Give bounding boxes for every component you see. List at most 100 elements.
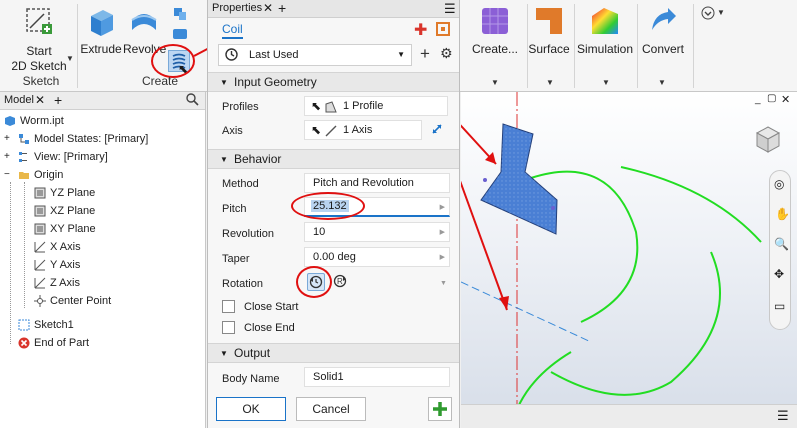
sweep-button[interactable] (172, 26, 188, 42)
input-geometry-section[interactable]: ▼ Input Geometry (208, 72, 459, 92)
browser-tab-model[interactable]: Model (4, 94, 34, 106)
look-at-icon[interactable]: ▭ (774, 299, 785, 313)
tree-label: Y Axis (50, 259, 81, 271)
point-icon (34, 295, 46, 307)
expand-icon[interactable]: + (4, 130, 10, 148)
simulation-button[interactable]: Simulation (575, 4, 635, 56)
convert-dropdown-icon[interactable]: ▼ (658, 78, 666, 87)
divider (77, 4, 78, 88)
tree-label: View: [Primary] (34, 151, 108, 163)
start-2d-sketch-button[interactable]: Start 2D Sketch (8, 4, 70, 73)
behavior-section[interactable]: ▼ Behavior (208, 149, 459, 169)
minimize-icon[interactable]: _ (755, 94, 761, 105)
apply-button[interactable] (428, 397, 452, 421)
graphics-viewport[interactable]: _ ▢ ✕ ◎ ✋ 🔍 ✥ ▭ ☰ ☰ (461, 92, 797, 428)
chevron-down-circle-icon (701, 6, 715, 20)
search-icon[interactable] (186, 93, 199, 109)
add-feature-icon[interactable]: ✚ (414, 20, 427, 40)
sketch-option-icon[interactable] (436, 22, 450, 39)
counterclockwise-icon: R (333, 274, 347, 288)
pan-icon[interactable]: ✋ (775, 207, 790, 221)
body-name-value: Solid1 (313, 371, 344, 383)
rotation-counterclockwise-button[interactable]: R (332, 273, 350, 291)
orbit-icon[interactable]: ✥ (774, 267, 784, 281)
surface-icon (536, 8, 562, 34)
convert-icon (652, 8, 676, 30)
plane-icon (34, 205, 46, 217)
body-name-input[interactable]: Solid1 (304, 367, 450, 387)
revolution-input[interactable]: 10 ▶ (304, 222, 450, 242)
loft-icon (174, 8, 186, 20)
collapse-icon[interactable]: − (4, 166, 10, 184)
close-start-checkbox[interactable] (222, 300, 235, 313)
steering-wheel-icon[interactable]: ◎ (774, 177, 784, 191)
close-end-checkbox[interactable] (222, 321, 235, 334)
add-preset-icon[interactable]: + (420, 44, 430, 64)
chevron-right-icon[interactable]: ▶ (440, 203, 445, 211)
sketch-dropdown-icon[interactable]: ▼ (66, 54, 74, 63)
add-tab-icon[interactable]: + (54, 92, 62, 108)
create-more-icon (482, 8, 508, 34)
ribbon-options-caret-icon: ▼ (717, 8, 725, 17)
menu-icon[interactable]: ☰ (777, 408, 789, 424)
properties-header: Properties ✕ + ☰ (208, 0, 459, 18)
sketch-btn-line1: Start (26, 44, 52, 58)
revolve-icon (131, 14, 157, 30)
axis-line-icon (325, 125, 337, 137)
model-view (461, 92, 762, 428)
output-section[interactable]: ▼ Output (208, 343, 459, 363)
menu-icon[interactable]: ☰ (444, 1, 456, 17)
section-title: Output (234, 346, 271, 360)
axis-selector[interactable]: ⬉ 1 Axis (304, 120, 422, 140)
simulation-dropdown-icon[interactable]: ▼ (602, 78, 610, 87)
profiles-selector[interactable]: ⬉ 1 Profile (304, 96, 448, 116)
view-cube-icon[interactable] (753, 124, 783, 154)
model-browser: Model ✕ + Worm.ipt + Model States: [Prim… (0, 92, 206, 428)
chevron-right-icon[interactable]: ▶ (440, 253, 445, 261)
close-icon[interactable]: ✕ (781, 93, 790, 106)
surface-button[interactable]: Surface (527, 4, 571, 56)
ok-button[interactable]: OK (216, 397, 286, 421)
ribbon-right: Create... ▼ Surface ▼ Simulation ▼ Conve… (461, 0, 797, 92)
create-more-dropdown-icon[interactable]: ▼ (491, 78, 499, 87)
rotation-label: Rotation (222, 278, 263, 290)
convert-button[interactable]: Convert (637, 4, 689, 56)
loft-button[interactable] (172, 6, 188, 22)
sweep-icon (173, 29, 187, 39)
plus-green-icon (433, 402, 447, 416)
tree-label: Origin (34, 169, 64, 181)
axis-icon (34, 259, 46, 271)
ribbon-options-button[interactable]: ▼ (701, 6, 727, 22)
create-more-button[interactable]: Create... (469, 4, 521, 56)
taper-input[interactable]: 0.00 deg ▶ (304, 247, 450, 267)
properties-tab[interactable]: Properties (212, 2, 262, 14)
profiles-value: 1 Profile (343, 100, 384, 112)
chevron-down-icon: ▼ (397, 50, 405, 59)
expand-icon[interactable]: + (4, 148, 10, 166)
coil-feature-tab[interactable]: Coil (222, 22, 243, 39)
extrude-button[interactable]: Extrude (80, 4, 122, 56)
sketch-icon (18, 319, 30, 331)
cancel-button[interactable]: Cancel (296, 397, 366, 421)
zoom-icon[interactable]: 🔍 (774, 237, 789, 251)
restore-icon[interactable]: ▢ (767, 93, 776, 104)
select-arrow-icon: ⬉ (311, 99, 322, 113)
gear-icon[interactable]: ⚙ (440, 45, 453, 62)
sketch-btn-line2: 2D Sketch (11, 59, 67, 73)
add-tab-icon[interactable]: + (278, 0, 286, 16)
axis-icon (34, 277, 46, 289)
extrude-label: Extrude (80, 42, 122, 56)
preset-dropdown[interactable]: Last Used ▼ (218, 44, 412, 66)
tree-label: Worm.ipt (20, 115, 64, 127)
create-more-label: Create... (471, 42, 519, 56)
method-dropdown[interactable]: Pitch and Revolution (304, 173, 450, 193)
close-icon[interactable]: ✕ (263, 1, 273, 15)
create-group-label: Create (141, 74, 179, 88)
chevron-right-icon[interactable]: ▶ (440, 228, 445, 236)
surface-dropdown-icon[interactable]: ▼ (546, 78, 554, 87)
chevron-down-icon[interactable]: ▼ (440, 280, 447, 287)
close-icon[interactable]: ✕ (35, 93, 45, 107)
plane-icon (34, 223, 46, 235)
rotation-highlight (296, 266, 332, 298)
flip-direction-icon[interactable] (430, 121, 444, 140)
